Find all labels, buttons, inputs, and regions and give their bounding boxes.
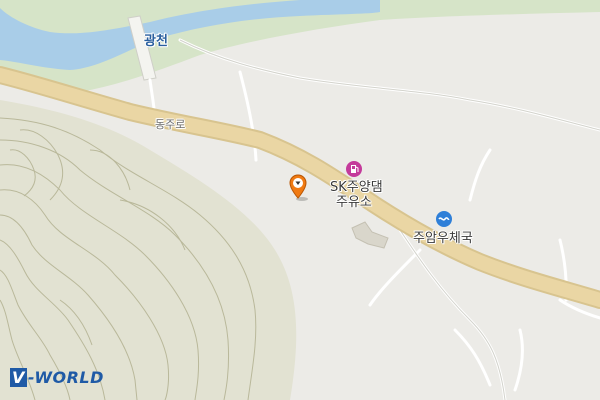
- vworld-logo: V -WORLD: [10, 368, 104, 387]
- gas-pump-glyph: [351, 165, 359, 173]
- logo-text: -WORLD: [27, 368, 104, 387]
- marker-pin: [289, 174, 308, 201]
- location-marker-icon[interactable]: [289, 174, 313, 206]
- river-label: 광천: [144, 34, 168, 49]
- road-label: 동주로: [155, 118, 186, 131]
- gas-station-label-line2: 주유소: [336, 195, 372, 210]
- gas-station-icon[interactable]: [346, 161, 362, 177]
- post-office-icon[interactable]: [436, 211, 452, 227]
- post-glyph: [438, 217, 450, 221]
- post-office-label: 주암우체국: [413, 231, 473, 246]
- gas-station-label-line1: SK주양댐: [330, 180, 383, 195]
- map-view[interactable]: 광천 동주로 SK주양댐 주유소 주암우체국 V -WORLD: [0, 0, 600, 400]
- logo-prefix: V: [10, 368, 27, 387]
